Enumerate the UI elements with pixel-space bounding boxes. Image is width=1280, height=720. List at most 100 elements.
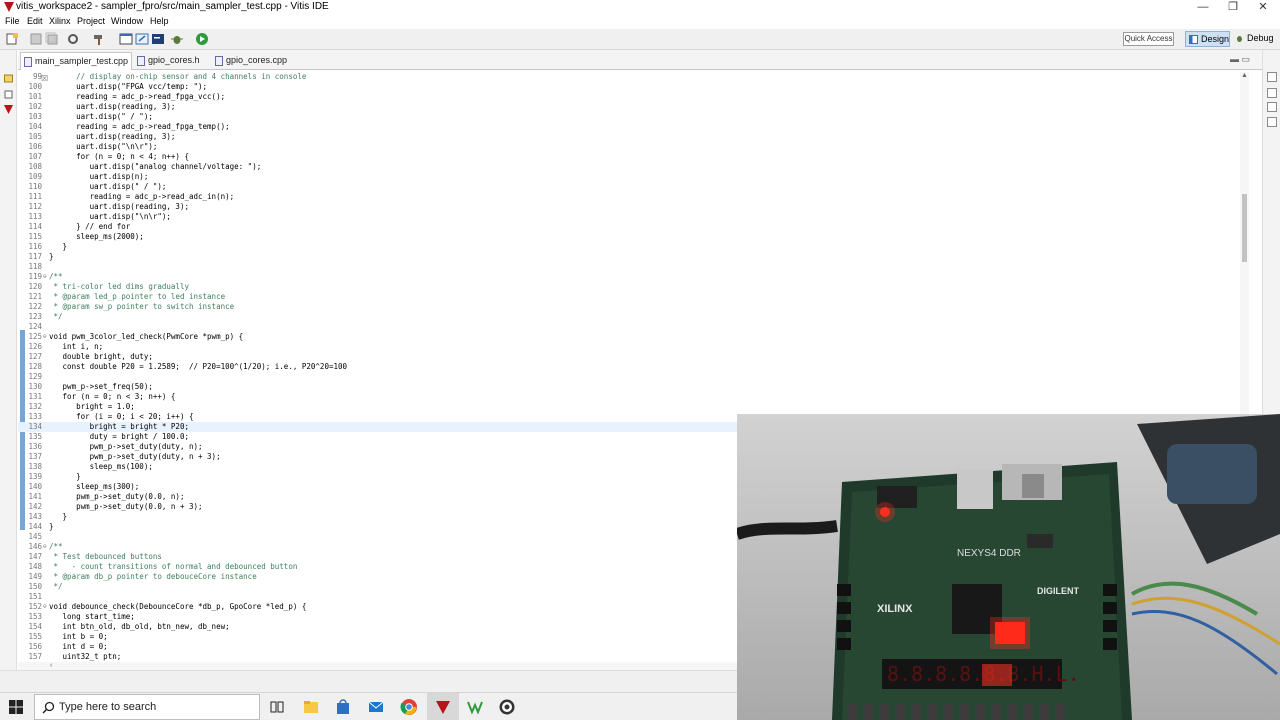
- code-line[interactable]: 134 bright = bright * P20;: [18, 422, 738, 432]
- line-number: 152: [28, 602, 42, 611]
- file-explorer-icon[interactable]: [302, 698, 320, 716]
- line-source: reading = adc_p->read_adc_in(n);: [49, 192, 235, 201]
- vitis-view-icon[interactable]: [4, 105, 13, 114]
- scroll-up-arrow[interactable]: ▲: [1241, 72, 1248, 79]
- console-icon[interactable]: [151, 32, 165, 46]
- tab-gpio-cores-h[interactable]: gpio_cores.h: [134, 52, 212, 70]
- line-source: void pwm_3color_led_check(PwmCore *pwm_p…: [49, 332, 244, 341]
- quick-access-field[interactable]: Quick Access: [1123, 32, 1174, 46]
- line-source: uart.disp("analog channel/voltage: ");: [49, 162, 262, 171]
- perspective-debug-button[interactable]: Debug: [1232, 31, 1278, 47]
- restore-view-icon[interactable]: [4, 90, 13, 99]
- console-view-icon[interactable]: [1267, 117, 1277, 127]
- line-source: pwm_p->set_duty(0.0, n + 3);: [49, 502, 203, 511]
- obs-icon[interactable]: [498, 698, 516, 716]
- line-number: 153: [28, 612, 42, 621]
- menu-help[interactable]: Help: [150, 16, 169, 26]
- line-source: for (n = 0; n < 4; n++) {: [49, 152, 189, 161]
- line-source: void debounce_check(DebounceCore *db_p, …: [49, 602, 307, 611]
- line-source: uart.disp("FPGA vcc/temp: ");: [49, 82, 208, 91]
- explorer-icon[interactable]: [4, 74, 13, 83]
- line-number: 122: [28, 302, 42, 311]
- vitis-taskbar-icon[interactable]: [434, 698, 452, 716]
- line-number: 147: [28, 552, 42, 561]
- edit-icon[interactable]: [135, 32, 149, 46]
- line-source: * tri-color led dims gradually: [49, 282, 189, 291]
- line-source: sleep_ms(2000);: [49, 232, 144, 241]
- line-number: 134: [28, 422, 42, 431]
- menu-project[interactable]: Project: [77, 16, 105, 26]
- status-bar: [0, 670, 740, 692]
- line-number: 135: [28, 432, 42, 441]
- line-number: 119: [28, 272, 42, 281]
- run-icon[interactable]: [195, 32, 209, 46]
- terminal-icon[interactable]: [119, 32, 133, 46]
- store-icon[interactable]: [334, 698, 352, 716]
- perspective-design-button[interactable]: Design: [1185, 31, 1230, 47]
- minimize-button[interactable]: —: [1186, 0, 1220, 15]
- line-source: uart.disp(reading, 3);: [49, 102, 176, 111]
- line-number: 132: [28, 402, 42, 411]
- fold-toggle-icon[interactable]: ⊖: [43, 602, 47, 612]
- build-hammer-icon[interactable]: [92, 32, 106, 46]
- line-source: reading = adc_p->read_fpga_vcc();: [49, 92, 226, 101]
- fold-toggle-icon[interactable]: ⊖: [43, 542, 47, 552]
- line-number: 150: [28, 582, 42, 591]
- tab-main-sampler-test[interactable]: main_sampler_test.cpp ☒: [20, 52, 132, 83]
- line-source: * Test debounced buttons: [49, 552, 162, 561]
- vivado-icon[interactable]: [466, 698, 484, 716]
- tab-gpio-cores-cpp[interactable]: gpio_cores.cpp: [212, 52, 302, 70]
- line-number: 144: [28, 522, 42, 531]
- save-icon[interactable]: [29, 32, 43, 46]
- outline-icon[interactable]: [1267, 72, 1277, 82]
- line-source: uart.disp(reading, 3);: [49, 132, 176, 141]
- assistant-icon[interactable]: [1267, 88, 1277, 98]
- line-number: 104: [28, 122, 42, 131]
- perspective-debug-label: Debug: [1247, 33, 1274, 43]
- restore-button[interactable]: ❐: [1216, 0, 1250, 15]
- settings-icon[interactable]: [66, 32, 80, 46]
- editor-view-controls[interactable]: ▬ ▭: [1230, 54, 1250, 65]
- line-number: 151: [28, 592, 42, 601]
- line-number: 130: [28, 382, 42, 391]
- windows-start-icon[interactable]: [9, 700, 23, 714]
- line-number: 105: [28, 132, 42, 141]
- vitis-app-icon: [4, 2, 14, 12]
- close-button[interactable]: ✕: [1246, 0, 1280, 15]
- save-all-icon[interactable]: [45, 32, 59, 46]
- line-source: const double P20 = 1.2589; // P20=100^(1…: [49, 362, 348, 371]
- line-number: 156: [28, 642, 42, 651]
- editor-tab-bar: main_sampler_test.cpp ☒ gpio_cores.h gpi…: [18, 50, 1262, 83]
- line-source: }: [49, 512, 68, 521]
- menu-edit[interactable]: Edit: [27, 16, 43, 26]
- xilinx-label: XILINX: [877, 603, 913, 615]
- debug-bug-icon[interactable]: [170, 32, 184, 46]
- line-source: }: [49, 472, 81, 481]
- properties-icon[interactable]: [1267, 102, 1277, 112]
- mail-icon[interactable]: [367, 698, 385, 716]
- chrome-icon[interactable]: [400, 698, 418, 716]
- taskbar-search-input[interactable]: Type here to search: [34, 694, 260, 720]
- design-perspective-icon: [1189, 35, 1198, 44]
- task-view-icon[interactable]: [268, 698, 286, 716]
- search-icon: [42, 701, 55, 714]
- new-file-icon[interactable]: [5, 32, 19, 46]
- menu-xilinx[interactable]: Xilinx: [49, 16, 71, 26]
- line-source: int btn_old, db_old, btn_new, db_new;: [49, 622, 230, 631]
- line-number: 124: [28, 322, 42, 331]
- menu-window[interactable]: Window: [111, 16, 143, 26]
- editor-horizontal-scrollbar[interactable]: ‹: [18, 662, 738, 670]
- windows-taskbar: Type here to search: [0, 692, 737, 720]
- fold-toggle-icon[interactable]: ⊖: [43, 272, 47, 282]
- menu-file[interactable]: File: [5, 16, 20, 26]
- fold-toggle-icon[interactable]: ⊖: [43, 332, 47, 342]
- line-source: int b = 0;: [49, 632, 108, 641]
- header-file-icon: [137, 56, 145, 66]
- line-source: bright = bright * P20;: [49, 422, 189, 431]
- line-number: 139: [28, 472, 42, 481]
- line-source: pwm_p->set_duty(duty, n);: [49, 442, 203, 451]
- main-toolbar: Quick Access Design Debug: [0, 29, 1280, 50]
- scroll-thumb[interactable]: [1242, 194, 1247, 262]
- line-number: 148: [28, 562, 42, 571]
- line-source: for (i = 0; i < 20; i++) {: [49, 412, 194, 421]
